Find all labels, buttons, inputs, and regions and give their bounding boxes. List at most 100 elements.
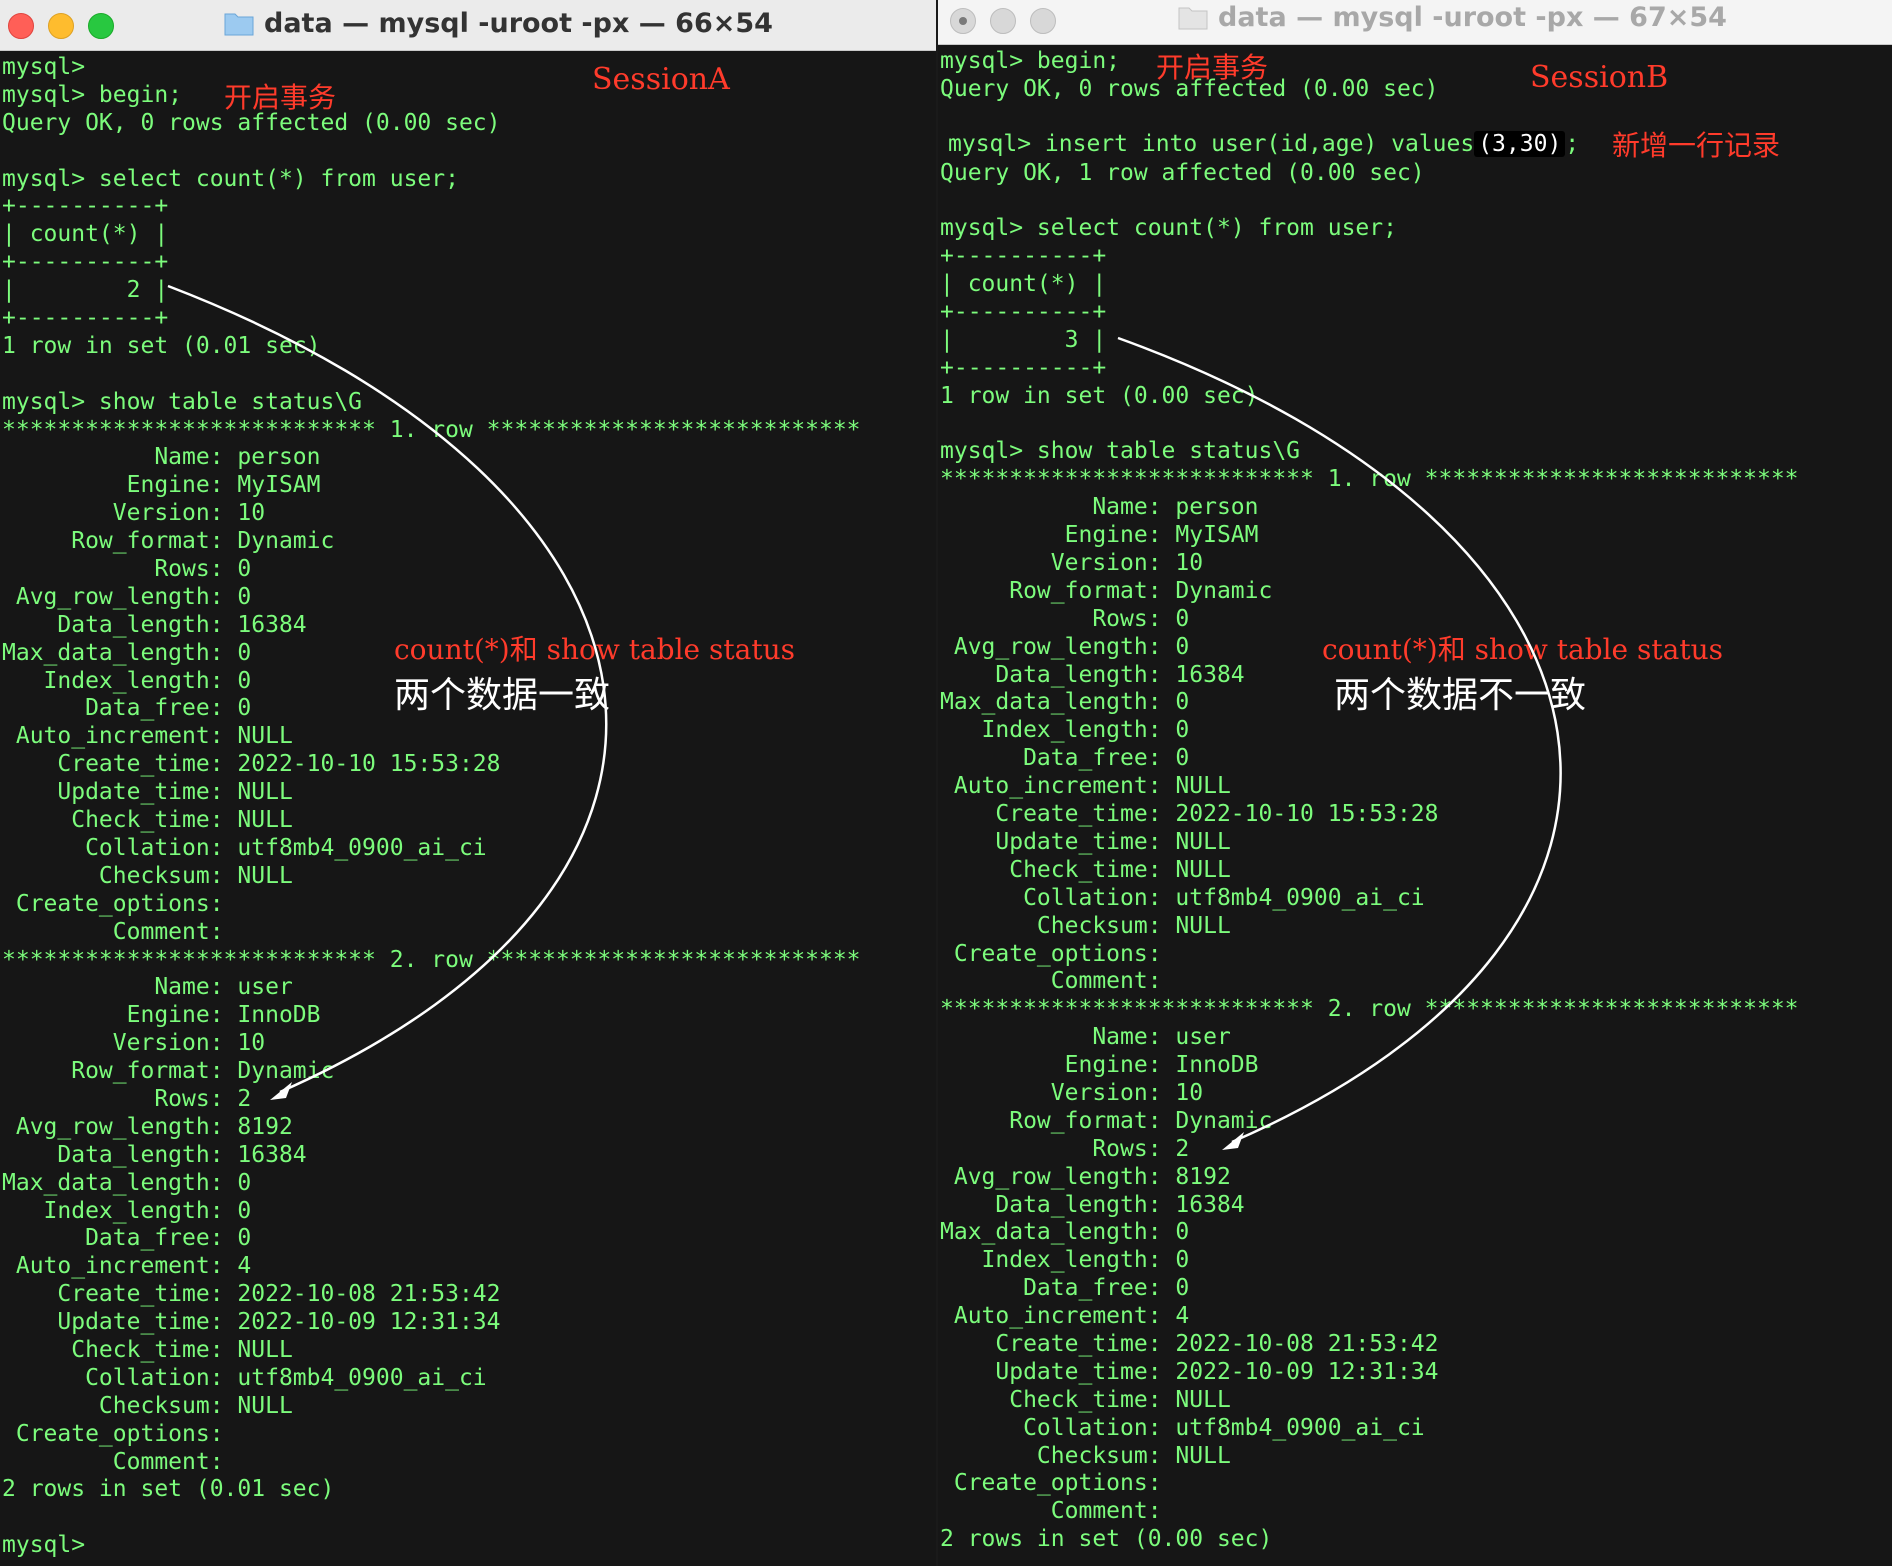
minimize-button[interactable] — [48, 13, 74, 39]
terminal-line: +----------+ — [2, 193, 169, 220]
terminal-line: Check_time: NULL — [940, 856, 1231, 883]
terminal-line: | count(*) | — [940, 271, 1107, 298]
session-label: SessionA — [592, 62, 730, 97]
terminal-line: Version: 10 — [2, 500, 266, 527]
terminal-line: Update_time: NULL — [2, 779, 293, 806]
terminal-line: Create_options: — [2, 890, 238, 917]
zoom-button[interactable] — [1030, 8, 1056, 34]
folder-icon — [224, 13, 254, 36]
terminal-line: Create_time: 2022-10-10 15:53:28 — [2, 751, 501, 778]
terminal-line: *************************** 2. row *****… — [2, 946, 861, 973]
terminal-output[interactable]: mysql> begin; Query OK, 0 rows affected (… — [940, 48, 1799, 1554]
terminal-line: +----------+ — [940, 299, 1107, 326]
terminal-line: Auto_increment: 4 — [2, 1253, 252, 1280]
zoom-button[interactable] — [88, 13, 114, 39]
terminal-line: Comment: — [2, 918, 238, 945]
terminal-line: Checksum: NULL — [940, 912, 1231, 939]
terminal-line: Name: person — [2, 444, 321, 471]
terminal-line: Index_length: 0 — [940, 1247, 1190, 1274]
terminal-line: Checksum: NULL — [2, 1392, 293, 1419]
terminal-line: Comment: — [2, 1448, 238, 1475]
terminal-line: Data_length: 16384 — [2, 1141, 307, 1168]
insert-command-line: mysql> insert into user(id,age) values (3… — [948, 131, 1579, 157]
terminal-line: +----------+ — [940, 354, 1107, 381]
terminal-line: Row_format: Dynamic — [2, 528, 335, 555]
terminal-line: Engine: InnoDB — [2, 1002, 321, 1029]
insert-semicolon: ; — [1565, 131, 1580, 157]
close-button[interactable] — [950, 8, 976, 34]
begin-annotation: 开启事务 — [224, 81, 337, 114]
terminal-line: Engine: InnoDB — [940, 1052, 1259, 1079]
terminal-line: Auto_increment: 4 — [940, 1303, 1190, 1330]
terminal-line: Create_options: — [940, 940, 1176, 967]
terminal-line: 1 row in set (0.01 sec) — [2, 332, 321, 359]
terminal-window-session-a[interactable]: data — mysql -uroot -px — 66×54 mysql> my… — [0, 0, 936, 1566]
title-bar[interactable]: data — mysql -uroot -px — 66×54 — [0, 0, 936, 51]
terminal-line: Avg_row_length: 0 — [2, 583, 252, 610]
title-bar[interactable]: data — mysql -uroot -px — 67×54 — [938, 0, 1892, 45]
terminal-line: Create_options: — [2, 1420, 238, 1447]
terminal-line: +----------+ — [2, 305, 169, 332]
terminal-line: Update_time: 2022-10-09 12:31:34 — [2, 1309, 501, 1336]
terminal-line: Create_time: 2022-10-08 21:53:42 — [2, 1281, 501, 1308]
terminal-line: Auto_increment: NULL — [940, 773, 1231, 800]
terminal-line: *************************** 1. row *****… — [2, 416, 861, 443]
terminal-line: Name: user — [940, 1024, 1231, 1051]
terminal-window-session-b[interactable]: data — mysql -uroot -px — 67×54 mysql> b… — [938, 0, 1892, 1566]
terminal-line: 2 rows in set (0.00 sec) — [940, 1526, 1273, 1553]
terminal-line: Data_free: 0 — [940, 745, 1190, 772]
terminal-line: Avg_row_length: 8192 — [2, 1113, 293, 1140]
terminal-line: Engine: MyISAM — [940, 522, 1259, 549]
begin-annotation: 开启事务 — [1156, 51, 1269, 84]
terminal-line: mysql> — [2, 54, 86, 80]
terminal-line: Data_free: 0 — [2, 1225, 252, 1252]
terminal-line: Row_format: Dynamic — [940, 577, 1273, 604]
terminal-line: Row_format: Dynamic — [2, 1058, 335, 1085]
window-title: data — mysql -uroot -px — 66×54 — [264, 8, 773, 39]
terminal-line: Engine: MyISAM — [2, 472, 321, 499]
terminal-line: *************************** 1. row *****… — [940, 466, 1799, 493]
insert-annotation: 新增一行记录 — [1612, 129, 1781, 162]
terminal-line: 2 rows in set (0.01 sec) — [2, 1476, 335, 1503]
session-label: SessionB — [1530, 60, 1669, 95]
terminal-line: | 3 | — [940, 326, 1107, 353]
terminal-line: mysql> select count(*) from user; — [940, 215, 1397, 242]
terminal-line: Update_time: 2022-10-09 12:31:34 — [940, 1358, 1439, 1385]
comparison-annotation: count(*)和 show table status — [1322, 633, 1723, 666]
conclusion-annotation: 两个数据不一致 — [1334, 675, 1587, 716]
conclusion-annotation: 两个数据一致 — [394, 675, 611, 716]
terminal-line: mysql> begin; — [2, 81, 183, 108]
close-button[interactable] — [8, 13, 34, 39]
terminal-line: | 2 | — [2, 277, 169, 304]
minimize-button[interactable] — [990, 8, 1016, 34]
window-title: data — mysql -uroot -px — 67×54 — [1218, 2, 1727, 33]
terminal-line: Max_data_length: 0 — [2, 1169, 252, 1196]
terminal-line: Index_length: 0 — [940, 717, 1190, 744]
terminal-line: Data_length: 16384 — [940, 1191, 1245, 1218]
terminal-output[interactable]: mysql> mysql> begin; Query OK, 0 rows affe… — [2, 54, 861, 1560]
terminal-line: | count(*) | — [2, 221, 169, 248]
terminal-line: Collation: utf8mb4_0900_ai_ci — [940, 884, 1425, 911]
terminal-line: Create_time: 2022-10-10 15:53:28 — [940, 801, 1439, 828]
terminal-line: Rows: 2 — [2, 1085, 252, 1112]
terminal-line: Checksum: NULL — [940, 1442, 1231, 1469]
terminal-line: Create_time: 2022-10-08 21:53:42 — [940, 1330, 1439, 1357]
terminal-line: +----------+ — [2, 249, 169, 276]
comparison-annotation: count(*)和 show table status — [394, 633, 795, 666]
folder-icon — [1178, 7, 1208, 30]
terminal-line: Max_data_length: 0 — [940, 1219, 1190, 1246]
terminal-line: Index_length: 0 — [2, 1197, 252, 1224]
terminal-line: Name: person — [940, 494, 1259, 521]
terminal-line: Check_time: NULL — [2, 807, 293, 834]
terminal-line: Query OK, 0 rows affected (0.00 sec) — [2, 109, 501, 136]
terminal-line: mysql> select count(*) from user; — [2, 165, 459, 192]
terminal-line: Version: 10 — [940, 550, 1204, 577]
terminal-line: Version: 10 — [2, 1030, 266, 1057]
insert-command-text: mysql> insert into user(id,age) values — [948, 131, 1475, 157]
terminal-line: Check_time: NULL — [940, 1386, 1231, 1413]
insert-values: (3,30) — [1474, 131, 1566, 157]
